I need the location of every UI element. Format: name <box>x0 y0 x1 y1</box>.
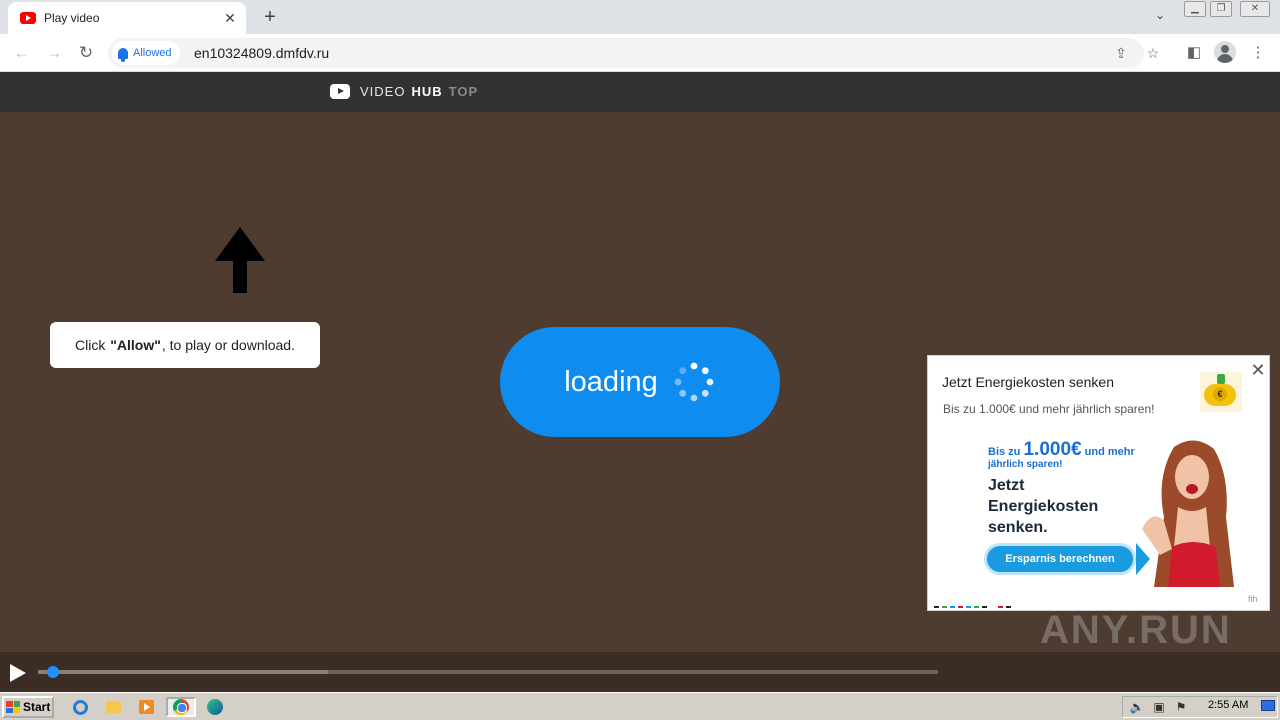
ad-cta-button[interactable]: Ersparnis berechnen <box>984 543 1136 575</box>
start-button[interactable]: Start <box>2 696 54 718</box>
play-icon[interactable] <box>10 664 26 682</box>
side-panel-icon[interactable]: ◧ <box>1182 42 1206 64</box>
banner-amount: 1.000€ <box>1023 439 1082 460</box>
browser-tab[interactable]: Play video ✕ <box>8 2 246 34</box>
notification-permission-chip[interactable]: Allowed <box>112 41 180 65</box>
ad-banner-image[interactable]: Bis zu 1.000€ und mehr jährlich sparen! … <box>984 431 1244 596</box>
ad-footnote: fih <box>1248 594 1258 604</box>
address-bar[interactable]: Allowed en10324809.dmfdv.ru ⇪ ☆ <box>108 38 1159 68</box>
new-tab-button[interactable]: + <box>258 6 282 28</box>
banner-bis-zu: Bis zu <box>988 446 1021 458</box>
tab-title: Play video <box>44 11 100 25</box>
close-window-button[interactable]: ✕ <box>1240 1 1270 17</box>
minimize-button[interactable]: ▁ <box>1184 1 1206 17</box>
system-tray: 🔈 ▣ ⚑ <box>1122 696 1278 718</box>
show-desktop-icon[interactable] <box>1261 700 1275 711</box>
kebab-menu-icon[interactable]: ⋮ <box>1246 42 1270 64</box>
tab-close-icon[interactable]: ✕ <box>220 8 240 28</box>
logo-word-top: TOP <box>448 84 479 99</box>
ad-subtitle[interactable]: Bis zu 1.000€ und mehr jährlich sparen! <box>943 402 1154 416</box>
logo-word-hub: HUB <box>411 84 443 99</box>
spinner-icon <box>674 362 714 402</box>
start-label: Start <box>23 700 51 714</box>
permission-chip-label: Allowed <box>133 47 172 59</box>
reload-icon[interactable]: ↻ <box>74 41 98 65</box>
banner-headline: Jetzt Energiekosten senken. <box>988 475 1098 538</box>
internet-explorer-icon[interactable] <box>69 697 91 717</box>
volume-icon[interactable]: 🔈 <box>1129 699 1145 715</box>
tab-search-chevron-icon[interactable]: ⌄ <box>1150 8 1170 26</box>
media-player-icon[interactable] <box>135 697 157 717</box>
site-logo[interactable]: VIDEO HUB TOP <box>330 84 478 99</box>
network-icon[interactable]: ▣ <box>1151 699 1167 715</box>
chrome-icon[interactable] <box>166 697 196 717</box>
banner-headline-2: Energiekosten <box>988 498 1099 515</box>
banner-headline-3: senken. <box>988 519 1048 536</box>
woman-photo-icon <box>1142 440 1234 587</box>
ad-color-dots <box>934 606 1024 608</box>
banner-headline-1: Jetzt <box>988 477 1025 494</box>
action-center-flag-icon[interactable]: ⚑ <box>1173 699 1189 715</box>
windows-taskbar: Start 🔈 ▣ ⚑ 2:55 AM <box>0 692 1280 720</box>
taskbar-clock[interactable]: 2:55 AM <box>1208 699 1248 711</box>
youtube-favicon-icon <box>20 12 36 24</box>
anyrun-watermark: ANY.RUN <box>1040 608 1232 652</box>
seek-buffer <box>38 670 328 674</box>
profile-avatar-icon[interactable] <box>1214 41 1236 63</box>
ad-title[interactable]: Jetzt Energiekosten senken <box>942 374 1114 390</box>
allow-prefix: Click <box>75 337 106 353</box>
logo-word-video: VIDEO <box>360 84 406 99</box>
url-text[interactable]: en10324809.dmfdv.ru <box>194 45 329 61</box>
edge-icon[interactable] <box>204 697 226 717</box>
seek-knob[interactable] <box>47 666 59 678</box>
allow-keyword: "Allow" <box>110 337 161 353</box>
ad-close-icon[interactable]: ✕ <box>1250 361 1266 379</box>
up-arrow-icon <box>215 227 265 293</box>
allow-instruction-box: Click "Allow", to play or download. <box>50 322 320 368</box>
banner-savings-line: jährlich sparen! <box>988 459 1063 470</box>
bookmark-star-icon[interactable]: ☆ <box>1142 43 1164 63</box>
file-explorer-icon[interactable] <box>102 697 124 717</box>
plug-icon <box>1217 374 1225 384</box>
site-header: VIDEO HUB TOP <box>0 72 1280 112</box>
video-player-controls <box>0 652 1280 692</box>
forward-arrow-icon[interactable]: → <box>42 41 66 65</box>
cta-arrow-icon <box>1136 543 1150 575</box>
loading-button[interactable]: loading <box>500 327 780 437</box>
banner-amount-line: Bis zu 1.000€ und mehr <box>988 439 1135 461</box>
euro-coin-icon: € <box>1213 387 1227 401</box>
piggy-bank-icon: € <box>1200 372 1242 412</box>
allow-suffix: , to play or download. <box>161 337 295 353</box>
play-logo-icon <box>330 84 350 99</box>
ad-popup[interactable]: ✕ Jetzt Energiekosten senken Bis zu 1.00… <box>927 355 1270 611</box>
browser-toolbar: ← → ↻ Allowed en10324809.dmfdv.ru ⇪ ☆ ◧ … <box>0 34 1280 72</box>
restore-button[interactable]: ❐ <box>1210 1 1232 17</box>
share-icon[interactable]: ⇪ <box>1110 43 1132 63</box>
browser-tabstrip: Play video ✕ + ⌄ ▁ ❐ ✕ <box>0 0 1280 34</box>
bell-icon <box>118 47 128 62</box>
seek-bar[interactable] <box>38 666 938 678</box>
loading-label: loading <box>564 365 658 398</box>
banner-und-mehr: und mehr <box>1084 446 1135 458</box>
back-arrow-icon[interactable]: ← <box>10 41 34 65</box>
windows-flag-icon <box>6 701 20 713</box>
